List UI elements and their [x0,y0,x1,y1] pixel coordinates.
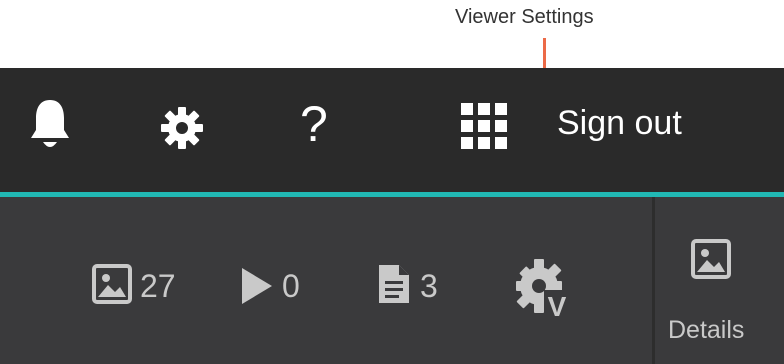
image-icon[interactable] [92,264,132,304]
play-icon[interactable] [240,266,274,306]
document-count: 3 [420,268,438,304]
apps-grid-icon[interactable] [461,103,507,149]
details-tab-label[interactable]: Details [668,316,744,345]
viewer-settings-callout-label: Viewer Settings [455,6,594,28]
viewer-settings-badge: V [548,291,567,322]
document-icon[interactable] [377,263,411,305]
details-image-icon[interactable] [691,239,731,279]
help-icon[interactable]: ? [300,94,328,154]
gear-icon[interactable] [160,106,204,150]
bell-icon[interactable] [28,96,72,154]
sign-out-link[interactable]: Sign out [557,104,682,143]
video-count: 0 [282,268,300,304]
gear-v-icon[interactable]: V [512,256,572,322]
image-count: 27 [140,268,176,304]
